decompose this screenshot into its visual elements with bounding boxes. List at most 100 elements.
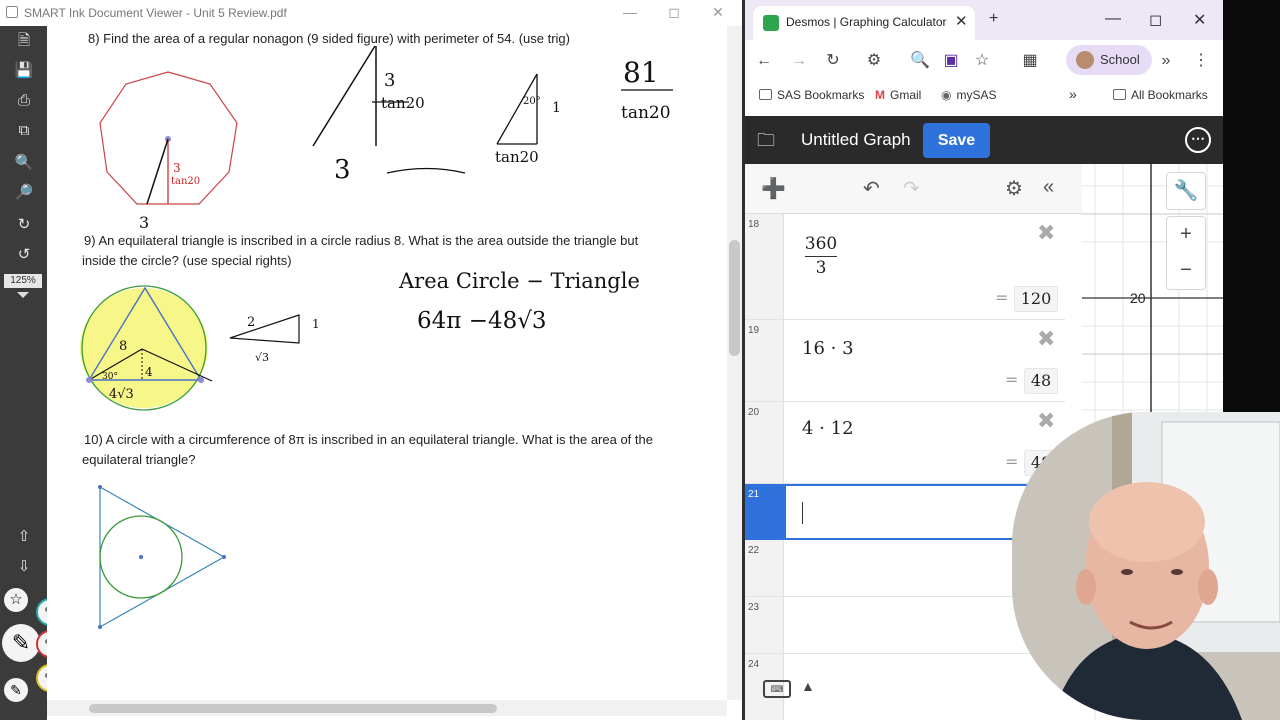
- equals-sign: =: [1005, 452, 1019, 471]
- save-button[interactable]: Save: [923, 123, 990, 158]
- handwriting-area-value: 64π −48√3: [417, 308, 547, 334]
- zoom-out-icon[interactable]: −: [1166, 252, 1206, 290]
- keyboard-icon: ⌨: [763, 680, 791, 698]
- handwriting-30deg: 30°: [102, 372, 118, 382]
- expression-row[interactable]: 19 16 · 3 ✖ = 48: [745, 320, 1065, 402]
- bookmark-sas[interactable]: SAS Bookmarks: [759, 88, 864, 102]
- minimize-button[interactable]: —: [619, 2, 641, 22]
- handwriting-4: 4: [145, 365, 153, 379]
- expression-row[interactable]: 18 360 3 ✖ = 120: [745, 214, 1065, 320]
- collapse-list-icon[interactable]: «: [1043, 176, 1054, 199]
- zoom-icon[interactable]: 🔍: [909, 50, 931, 72]
- extensions-icon[interactable]: ▦: [1019, 50, 1041, 72]
- screenshot-icon[interactable]: ▣: [940, 50, 962, 72]
- reload-icon[interactable]: ↻: [822, 50, 844, 72]
- handwriting-tan20: tan20: [621, 103, 671, 123]
- profile-button[interactable]: School: [1066, 45, 1152, 75]
- expression-number: 23: [748, 602, 760, 613]
- bookmarks-overflow-icon[interactable]: »: [1069, 86, 1077, 102]
- handwriting-20deg: 20°: [523, 96, 541, 107]
- more-options-icon[interactable]: ⋯: [1185, 127, 1211, 153]
- menu-icon[interactable]: ⋮: [1190, 50, 1212, 72]
- forward-arrow-icon[interactable]: →: [788, 50, 810, 72]
- site-info-icon[interactable]: ⚙: [863, 50, 885, 72]
- close-icon[interactable]: ✕: [1193, 10, 1206, 30]
- star-icon[interactable]: ☆: [4, 588, 28, 612]
- all-bookmarks[interactable]: All Bookmarks: [1113, 88, 1208, 102]
- profile-label: School: [1100, 52, 1140, 67]
- sketch-line: [312, 45, 376, 147]
- rotate-left-icon[interactable]: ↺: [12, 244, 36, 266]
- page-down-icon[interactable]: ⇩: [12, 556, 36, 578]
- avatar: [1076, 51, 1094, 69]
- add-expression-icon[interactable]: ➕: [761, 176, 786, 201]
- keyboard-toggle[interactable]: ⌨ ▲: [763, 676, 829, 706]
- folder-icon: [1113, 89, 1126, 100]
- wrench-icon[interactable]: 🔧: [1166, 172, 1206, 210]
- zoom-in-icon[interactable]: 🔍: [12, 152, 36, 174]
- webcam-overlay: [1012, 412, 1280, 720]
- expression-text: 4 · 12: [802, 418, 854, 439]
- chevron-more-icon[interactable]: »: [1155, 50, 1177, 72]
- all-bookmarks-label: All Bookmarks: [1131, 88, 1208, 102]
- bookmark-star-icon[interactable]: ☆: [971, 50, 993, 72]
- zoom-out-icon[interactable]: 🔎: [12, 182, 36, 204]
- scroll-thumb[interactable]: [729, 240, 740, 356]
- gmail-icon: M: [875, 88, 885, 102]
- tab-close-icon[interactable]: ✕: [955, 12, 968, 30]
- incenter-dot: [139, 555, 143, 559]
- delete-expression-icon[interactable]: ✖: [1037, 326, 1055, 352]
- globe-icon: ◉: [941, 88, 952, 102]
- capture-icon[interactable]: ⧉: [12, 120, 36, 142]
- undo-icon[interactable]: ↶: [863, 176, 880, 201]
- expression-number: 24: [748, 659, 760, 670]
- bookmark-mysas[interactable]: ◉ mySAS: [941, 88, 997, 102]
- open-icon[interactable]: 🗎: [12, 30, 36, 52]
- smart-side-toolbar: 🗎 💾 ⎙ ⧉ 🔍 🔎 ↻ ↺ 125% ⇧ ⇩ ☆ ✎ ✎ ✎ ✎ ✎: [0, 26, 64, 720]
- new-tab-icon[interactable]: +: [989, 10, 998, 28]
- pen-tool-icon[interactable]: ✎: [2, 624, 40, 662]
- back-arrow-icon[interactable]: ←: [753, 50, 775, 72]
- background-strip: [1223, 0, 1280, 412]
- graph-title[interactable]: Untitled Graph: [801, 130, 911, 150]
- expression-number: 21: [748, 489, 760, 500]
- bookmark-label: mySAS: [956, 88, 997, 102]
- bookmark-gmail[interactable]: M Gmail: [875, 88, 921, 102]
- document-drawings: 3 tan20 3 20° 1 tan20 81 tan20 3 3 tan20…: [80, 45, 673, 629]
- rotate-right-icon[interactable]: ↻: [12, 214, 36, 236]
- sketch-curve: [386, 167, 466, 174]
- eraser-icon[interactable]: ✎: [4, 678, 28, 702]
- desmos-favicon: [763, 15, 779, 31]
- delete-expression-icon[interactable]: ✖: [1037, 220, 1055, 246]
- handwriting-tan20: tan20: [171, 176, 200, 187]
- zoom-level[interactable]: 125%: [4, 274, 42, 288]
- close-button[interactable]: ✕: [707, 2, 729, 22]
- zoom-dropdown-icon[interactable]: [17, 292, 29, 298]
- expression-toolbar: ➕ ↶ ↷ ⚙ «: [745, 164, 1082, 214]
- expression-number: 20: [748, 407, 760, 418]
- gear-icon[interactable]: ⚙: [1005, 176, 1023, 201]
- maximize-icon[interactable]: ◻: [1149, 10, 1162, 30]
- handwriting-4root3: 4√3: [109, 387, 134, 402]
- document-page[interactable]: 8) Find the area of a regular nonagon (9…: [47, 26, 727, 700]
- save-icon[interactable]: 💾: [12, 60, 36, 82]
- tab-desmos[interactable]: Desmos | Graphing Calculator ✕: [753, 6, 975, 40]
- print-icon[interactable]: ⎙: [12, 90, 36, 112]
- delete-expression-icon[interactable]: ✖: [1037, 408, 1055, 434]
- expression-result: 48: [1024, 368, 1058, 394]
- redo-icon[interactable]: ↷: [903, 176, 920, 201]
- zoom-in-icon[interactable]: +: [1166, 216, 1206, 254]
- page-up-icon[interactable]: ⇧: [12, 526, 36, 548]
- minimize-icon[interactable]: —: [1105, 10, 1121, 28]
- navigation-bar: ← → ↻ ⚙ 🔍 ▣ ☆ ▦ School » ⋮: [745, 40, 1223, 80]
- horizontal-scrollbar[interactable]: [47, 700, 727, 716]
- bookmark-label: SAS Bookmarks: [777, 88, 865, 102]
- vertical-scrollbar[interactable]: [727, 26, 742, 700]
- open-graph-folder-icon[interactable]: 🗀: [757, 128, 779, 150]
- maximize-button[interactable]: ◻: [663, 2, 685, 22]
- app-icon: [6, 6, 18, 18]
- expression-row[interactable]: 20 4 · 12 ✖ = 48: [745, 402, 1065, 484]
- vertex-dot: [198, 377, 204, 383]
- scroll-thumb[interactable]: [89, 704, 497, 713]
- fraction-denominator: 3: [815, 258, 827, 278]
